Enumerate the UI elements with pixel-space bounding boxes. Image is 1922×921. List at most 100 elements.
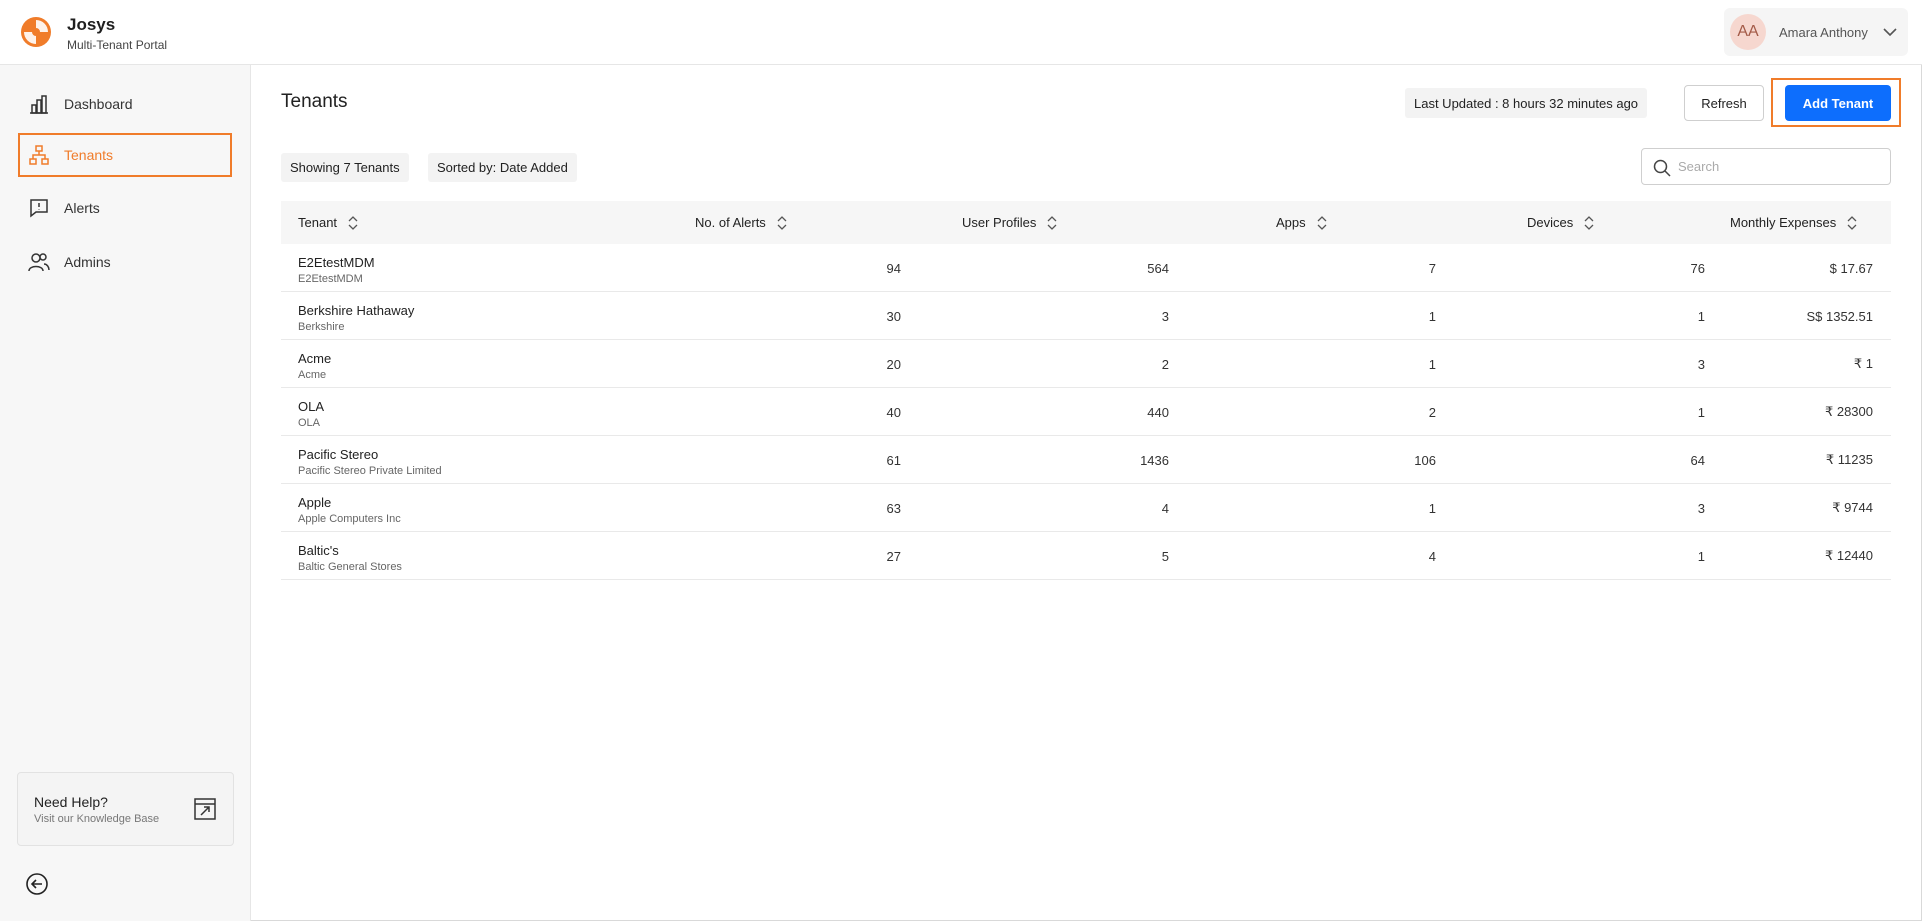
sidebar-item-label: Dashboard — [64, 96, 133, 112]
table-body: E2EtestMDM E2EtestMDM 94 564 7 76 $ 17.6… — [281, 244, 1891, 580]
tenant-legal-name: Pacific Stereo Private Limited — [298, 465, 442, 477]
top-bar: Josys Multi-Tenant Portal AA Amara Antho… — [0, 0, 1922, 65]
hierarchy-icon — [29, 145, 49, 165]
user-name: Amara Anthony — [1779, 25, 1868, 40]
search-input[interactable] — [1678, 155, 1878, 178]
help-title: Need Help? — [34, 794, 108, 810]
column-header-tenant[interactable]: Tenant — [298, 201, 360, 244]
user-profiles-count: 4 — [1161, 500, 1169, 516]
sidebar-item-dashboard[interactable]: Dashboard — [18, 82, 232, 126]
table-row[interactable]: Baltic's Baltic General Stores 27 5 4 1 … — [281, 532, 1891, 580]
devices-count: 76 — [1690, 260, 1705, 276]
devices-count: 64 — [1690, 452, 1705, 468]
last-updated-label: Last Updated : 8 hours 32 minutes ago — [1405, 88, 1648, 118]
sort-icon — [777, 215, 787, 230]
user-profiles-count: 440 — [1147, 404, 1169, 420]
column-header-alerts[interactable]: No. of Alerts — [695, 201, 789, 244]
page-title: Tenants — [281, 91, 348, 112]
user-profiles-count: 2 — [1161, 356, 1169, 372]
monthly-expenses: $ 17.67 — [1829, 260, 1873, 276]
monthly-expenses: ₹ 28300 — [1824, 404, 1873, 419]
sidebar-item-tenants[interactable]: Tenants — [18, 133, 232, 177]
devices-count: 1 — [1697, 308, 1705, 324]
devices-count: 3 — [1697, 500, 1705, 516]
apps-count: 1 — [1428, 500, 1436, 516]
table-row[interactable]: E2EtestMDM E2EtestMDM 94 564 7 76 $ 17.6… — [281, 244, 1891, 292]
monthly-expenses: ₹ 1 — [1853, 356, 1873, 371]
tenant-name: Apple — [298, 495, 332, 510]
sidebar-item-label: Alerts — [64, 200, 100, 216]
sort-icon — [348, 215, 358, 230]
brand-name: Josys — [67, 15, 116, 34]
column-header-user-profiles[interactable]: User Profiles — [962, 201, 1059, 244]
alerts-count: 20 — [886, 356, 901, 372]
chevron-down-icon — [1883, 28, 1897, 37]
apps-count: 1 — [1428, 356, 1436, 372]
table-row[interactable]: OLA OLA 40 440 2 1 ₹ 28300 — [281, 388, 1891, 436]
sidebar-item-label: Tenants — [64, 147, 114, 163]
table-header: Tenant No. of Alerts User Profiles Apps … — [281, 201, 1891, 244]
tenant-legal-name: Berkshire — [298, 321, 345, 333]
user-menu[interactable]: AA Amara Anthony — [1724, 8, 1908, 56]
help-subtitle: Visit our Knowledge Base — [34, 813, 160, 825]
tenant-name: Baltic's — [298, 543, 339, 558]
tenant-legal-name: Apple Computers Inc — [298, 513, 401, 525]
sort-icon — [1847, 215, 1857, 230]
apps-count: 106 — [1414, 452, 1436, 468]
apps-count: 1 — [1428, 308, 1436, 324]
monthly-expenses: ₹ 11235 — [1825, 452, 1873, 467]
tenant-name: OLA — [298, 399, 325, 414]
column-header-monthly-expenses[interactable]: Monthly Expenses — [1730, 201, 1859, 244]
sidebar-item-alerts[interactable]: Alerts — [18, 186, 232, 230]
apps-count: 4 — [1428, 548, 1436, 564]
tenant-name: Berkshire Hathaway — [298, 303, 415, 318]
tenants-table: Tenant No. of Alerts User Profiles Apps … — [281, 201, 1891, 580]
search-icon — [1653, 159, 1671, 177]
table-row[interactable]: Berkshire Hathaway Berkshire 30 3 1 1 S$… — [281, 292, 1891, 340]
sort-icon — [1047, 215, 1057, 230]
search-box[interactable] — [1641, 148, 1891, 185]
alerts-count: 94 — [886, 260, 901, 276]
add-tenant-button[interactable]: Add Tenant — [1785, 85, 1891, 121]
devices-count: 3 — [1697, 356, 1705, 372]
alerts-count: 61 — [886, 452, 901, 468]
help-card[interactable]: Need Help? Visit our Knowledge Base — [17, 772, 234, 846]
alert-message-icon — [30, 199, 48, 218]
tenant-legal-name: Acme — [298, 369, 327, 381]
devices-count: 1 — [1697, 548, 1705, 564]
tenant-legal-name: E2EtestMDM — [298, 273, 363, 285]
table-row[interactable]: Pacific Stereo Pacific Stereo Private Li… — [281, 436, 1891, 484]
tenant-legal-name: OLA — [298, 417, 321, 429]
refresh-button[interactable]: Refresh — [1684, 85, 1764, 121]
tenant-name: Acme — [298, 351, 332, 366]
monthly-expenses: ₹ 9744 — [1832, 500, 1873, 515]
user-profiles-count: 1436 — [1140, 452, 1169, 468]
monthly-expenses: S$ 1352.51 — [1806, 308, 1873, 324]
alerts-count: 40 — [886, 404, 901, 420]
avatar: AA — [1730, 14, 1766, 50]
josys-logo-icon — [21, 17, 51, 47]
column-header-devices[interactable]: Devices — [1527, 201, 1596, 244]
collapse-sidebar-icon[interactable] — [25, 872, 49, 896]
users-icon — [28, 253, 50, 272]
user-profiles-count: 3 — [1161, 308, 1169, 324]
sidebar-item-label: Admins — [64, 254, 111, 270]
user-profiles-count: 5 — [1161, 548, 1169, 564]
monthly-expenses: ₹ 12440 — [1824, 548, 1873, 563]
alerts-count: 63 — [886, 500, 901, 516]
apps-count: 7 — [1428, 260, 1436, 276]
table-row[interactable]: Apple Apple Computers Inc 63 4 1 3 ₹ 974… — [281, 484, 1891, 532]
bar-chart-icon — [30, 95, 48, 114]
user-profiles-count: 564 — [1147, 260, 1169, 276]
alerts-count: 30 — [886, 308, 901, 324]
tenant-name: E2EtestMDM — [298, 255, 375, 270]
sidebar: Dashboard Tenants Alerts Admins Need Hel… — [0, 65, 251, 921]
sidebar-item-admins[interactable]: Admins — [18, 240, 232, 284]
showing-count-chip: Showing 7 Tenants — [281, 153, 409, 182]
alerts-count: 27 — [886, 548, 901, 564]
tenant-name: Pacific Stereo — [298, 447, 379, 462]
sorted-by-chip[interactable]: Sorted by: Date Added — [428, 153, 577, 182]
column-header-apps[interactable]: Apps — [1276, 201, 1329, 244]
table-row[interactable]: Acme Acme 20 2 1 3 ₹ 1 — [281, 340, 1891, 388]
sort-icon — [1584, 215, 1594, 230]
